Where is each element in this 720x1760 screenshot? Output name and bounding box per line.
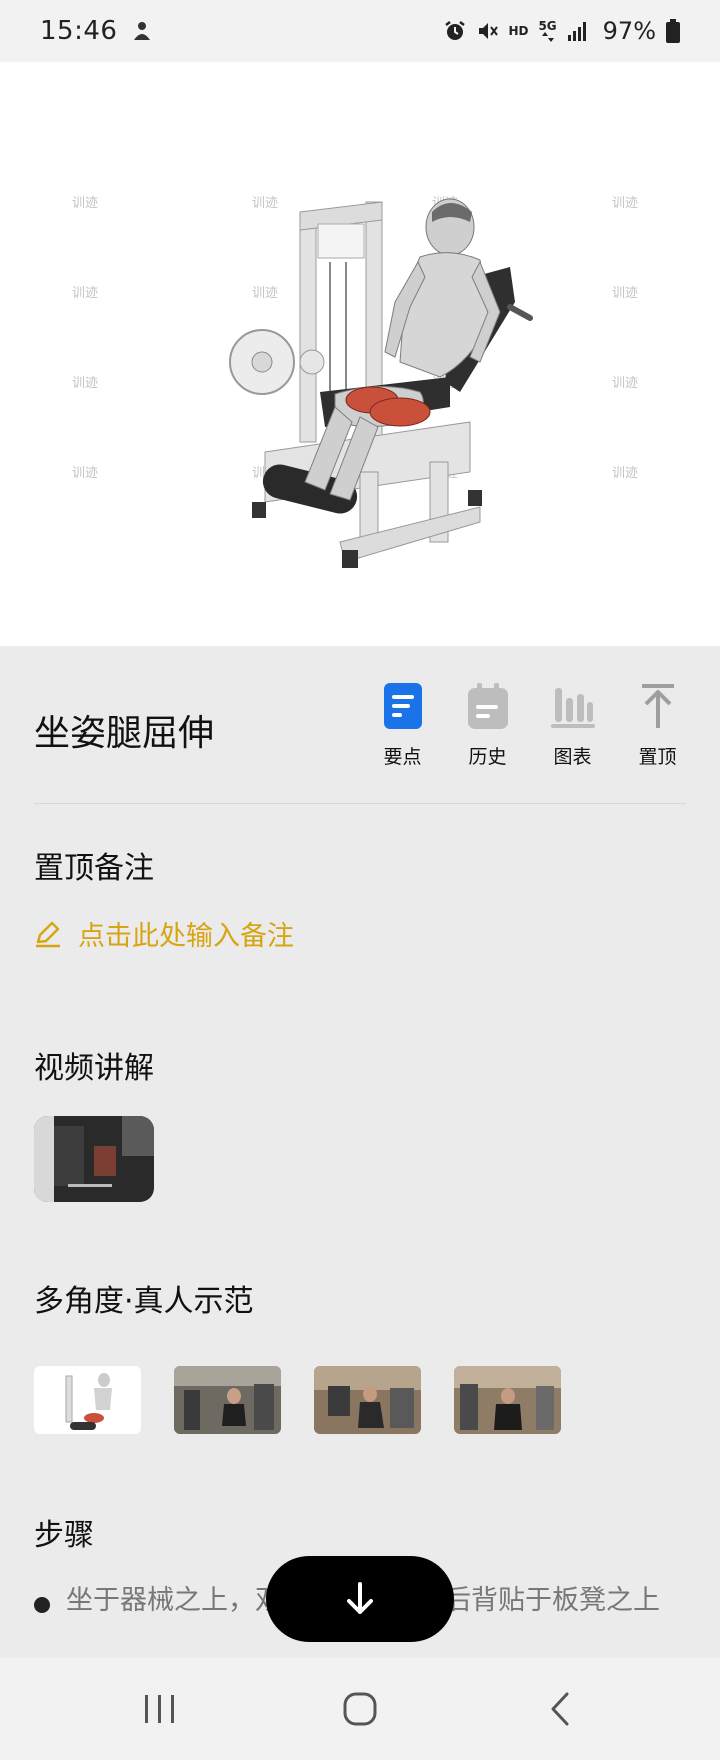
arrow-down-icon xyxy=(347,1582,373,1614)
mute-icon xyxy=(479,23,499,39)
divider xyxy=(34,803,686,804)
bar-chart-icon xyxy=(550,682,595,730)
status-bar: 15:46 HD 5G 97% xyxy=(0,0,720,62)
app-notification-icon xyxy=(134,22,151,40)
back-icon xyxy=(551,1692,569,1726)
recent-apps-icon xyxy=(145,1695,174,1723)
steps-section-title: 步骤 xyxy=(34,1518,94,1553)
step-bullet xyxy=(34,1597,50,1613)
tab-history[interactable]: 历史 xyxy=(445,682,530,769)
exercise-header: 坐姿腿屈伸 要点 历史 图表 置顶 xyxy=(0,646,720,804)
data-arrows-icon xyxy=(541,32,554,42)
5g-label: 5G xyxy=(538,19,557,33)
demo-thumbnail-photo[interactable] xyxy=(454,1366,561,1434)
exercise-title: 坐姿腿屈伸 xyxy=(34,713,215,754)
video-thumbnail[interactable] xyxy=(34,1116,154,1202)
signal-icon xyxy=(567,22,586,41)
calendar-icon xyxy=(466,682,510,730)
home-icon xyxy=(343,1692,377,1726)
tab-history-label: 历史 xyxy=(468,746,507,768)
status-time: 15:46 xyxy=(40,16,118,46)
alarm-icon xyxy=(445,21,466,40)
demo-gallery xyxy=(34,1366,561,1434)
exercise-illustration: 训迹 训迹 训迹 训迹 训迹 训迹 训迹 训迹 训迹 训迹 训迹 训迹 训迹 训… xyxy=(0,62,720,646)
hd-label: HD xyxy=(508,24,529,38)
status-icons: HD 5G 97% xyxy=(444,17,680,45)
battery-icon xyxy=(666,19,680,43)
demo-thumbnail-illustration[interactable] xyxy=(34,1366,141,1434)
action-bar: 要点 历史 图表 置顶 xyxy=(360,682,700,769)
pencil-icon xyxy=(36,921,60,947)
back-button[interactable] xyxy=(520,1679,600,1739)
system-nav-bar xyxy=(0,1658,720,1760)
tab-chart-label: 图表 xyxy=(553,746,592,768)
scroll-down-button[interactable] xyxy=(266,1556,454,1642)
document-icon xyxy=(381,682,425,730)
leg-extension-machine-figure xyxy=(229,198,533,568)
note-placeholder: 点击此处输入备注 xyxy=(78,921,294,952)
demo-thumbnail-photo[interactable] xyxy=(174,1366,281,1434)
notes-section-title: 置顶备注 xyxy=(34,851,154,886)
tab-pin-top-label: 置顶 xyxy=(638,746,677,768)
battery-percent: 97% xyxy=(602,17,656,45)
tab-key-points[interactable]: 要点 xyxy=(360,682,445,769)
recent-apps-button[interactable] xyxy=(120,1679,200,1739)
tab-key-points-label: 要点 xyxy=(383,746,422,768)
tab-pin-top[interactable]: 置顶 xyxy=(615,682,700,769)
home-button[interactable] xyxy=(320,1679,400,1739)
pin-top-icon xyxy=(636,682,680,730)
video-section-title: 视频讲解 xyxy=(34,1051,154,1086)
tab-chart[interactable]: 图表 xyxy=(530,682,615,769)
demo-section-title: 多角度·真人示范 xyxy=(34,1284,254,1319)
note-input[interactable]: 点击此处输入备注 xyxy=(34,914,294,953)
demo-thumbnail-photo[interactable] xyxy=(314,1366,421,1434)
